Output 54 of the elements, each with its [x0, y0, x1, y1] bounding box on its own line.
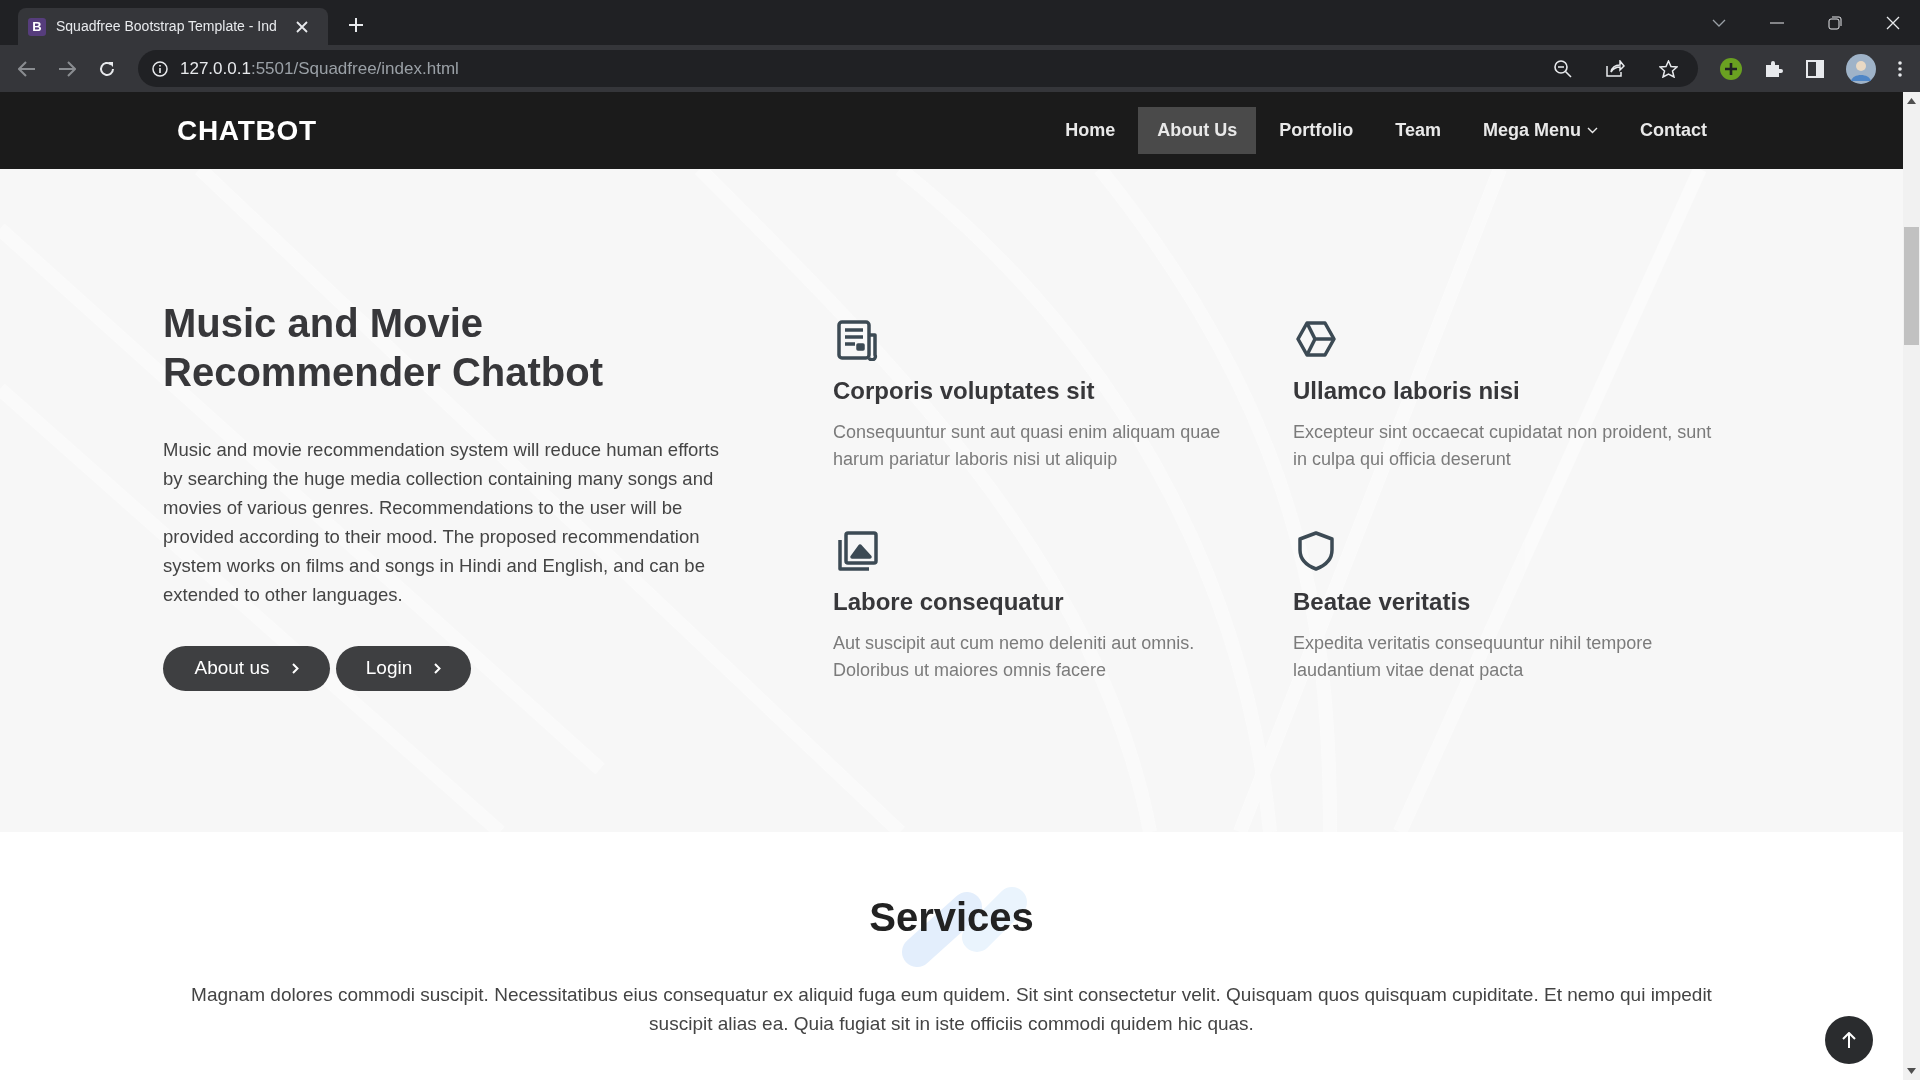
tab-title: Squadfree Bootstrap Template - Ind — [56, 17, 278, 36]
minimize-icon[interactable] — [1770, 21, 1784, 24]
zoom-out-icon[interactable] — [1554, 59, 1572, 78]
scroll-down-icon[interactable] — [1907, 1068, 1916, 1074]
document-icon — [836, 319, 878, 361]
section-description: Magnam dolores commodi suscipit. Necessitatibus eius consequatur ex aliquid fuga eum quidem. Sit sint consectetur velit. Quisquam quos quisquam cupiditate. Et nemo qui impedit suscipit alias ea. Quia fugiat sit in iste officiis commodi quidem hic quas. — [190, 983, 1713, 1036]
more-icon[interactable] — [1898, 60, 1902, 77]
forward-icon[interactable] — [58, 60, 76, 77]
hero-button[interactable]: Login — [336, 646, 471, 691]
scroll-up-icon[interactable] — [1907, 98, 1916, 104]
url-text: 127.0.0.1:5501/Squadfree/index.html — [180, 57, 459, 80]
feature-description: Expedita veritatis consequuntur nihil tempore laudantium vitae denat pacta — [1293, 632, 1654, 682]
logo[interactable]: CHATBOT — [177, 109, 317, 152]
puzzle-icon[interactable] — [1764, 58, 1784, 79]
nav-link[interactable]: Contact — [1621, 107, 1726, 154]
feature-description: Consequuntur sunt aut quasi enim aliquam quae harum pariatur laboris nisi ut aliquip — [833, 421, 1222, 471]
arrow-up-icon — [1842, 1032, 1856, 1048]
section-title: Services — [869, 897, 1034, 937]
close-icon[interactable] — [1886, 15, 1900, 30]
back-to-top-button[interactable] — [1825, 1016, 1873, 1064]
restore-icon[interactable] — [1828, 15, 1842, 30]
favicon: B — [28, 17, 46, 36]
nav-link[interactable]: Mega Menu — [1464, 107, 1617, 154]
new-tab-icon[interactable] — [348, 17, 364, 33]
feature-title: Beatae veritatis — [1293, 587, 1472, 617]
side-panel-icon[interactable] — [1806, 59, 1824, 78]
back-icon[interactable] — [18, 60, 36, 77]
hero-title: Music and Movie Recommender Chatbot — [163, 300, 605, 396]
chevron-right-icon — [434, 663, 442, 674]
share-icon[interactable] — [1606, 60, 1625, 77]
browser-tab[interactable]: B Squadfree Bootstrap Template - Ind — [18, 8, 328, 45]
feature-description: Aut suscipit aut cum nemo deleniti aut omnis. Doloribus ut maiores omnis facere — [833, 632, 1196, 682]
close-icon[interactable] — [296, 20, 308, 33]
chevron-right-icon — [291, 663, 299, 674]
star-icon[interactable] — [1659, 59, 1678, 78]
extension-icon[interactable] — [1720, 57, 1742, 80]
hero-button[interactable]: About us — [163, 646, 330, 691]
scrollbar-thumb[interactable] — [1904, 227, 1919, 345]
nav-link[interactable]: Team — [1376, 107, 1460, 154]
info-icon[interactable] — [152, 60, 168, 77]
scrollbar[interactable] — [1903, 92, 1920, 1080]
feature-title: Ullamco laboris nisi — [1293, 376, 1521, 406]
nav-link[interactable]: About Us — [1138, 107, 1257, 154]
reload-icon[interactable] — [98, 59, 116, 78]
images-icon — [836, 530, 878, 572]
feature-title: Labore consequatur — [833, 587, 1065, 617]
nav-link[interactable]: Portfolio — [1260, 107, 1373, 154]
feature-description: Excepteur sint occaecat cupidatat non proident, sunt in culpa qui officia deserunt — [1293, 421, 1713, 471]
address-bar[interactable]: 127.0.0.1:5501/Squadfree/index.html — [138, 50, 1698, 87]
nav-link[interactable]: Home — [1046, 107, 1135, 154]
feature-title: Corporis voluptates sit — [833, 376, 1096, 406]
avatar-icon[interactable] — [1846, 53, 1876, 84]
hero-description: Music and movie recommendation system will reduce human efforts by searching the huge media collection containing many songs and movies of various genres. Recommendations to the user will be provided according to their mood. The proposed recommendation system works on films and songs in Hindi and English, and can be extended to other languages. — [163, 438, 720, 607]
chevron-down-icon[interactable] — [1712, 18, 1726, 27]
